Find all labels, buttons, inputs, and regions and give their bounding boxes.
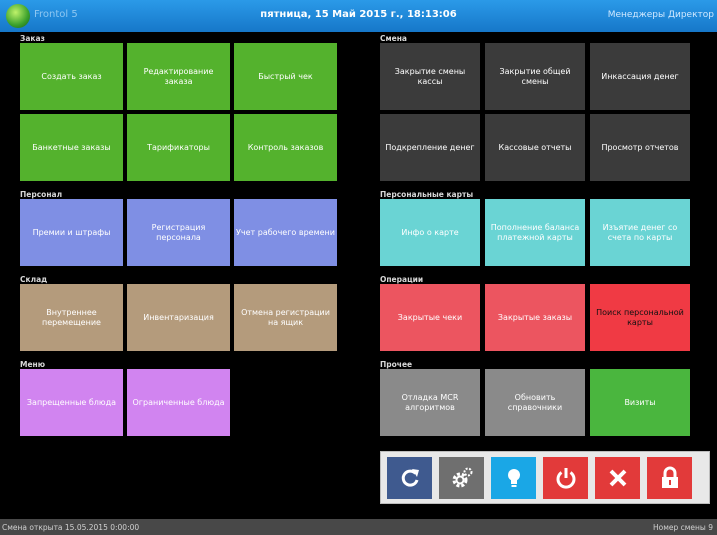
- section-warehouse-label: Склад: [20, 275, 48, 284]
- staff-registration-button[interactable]: Регистрация персонала: [127, 199, 230, 266]
- section-other-label: Прочее: [380, 360, 413, 369]
- card-info-button[interactable]: Инфо о карте: [380, 199, 480, 266]
- close-common-shift-button[interactable]: Закрытие общей смены: [485, 43, 585, 110]
- shift-opened-text: Смена открыта 15.05.2015 0:00:00: [2, 523, 140, 532]
- closed-receipts-button[interactable]: Закрытые чеки: [380, 284, 480, 351]
- banquet-orders-button[interactable]: Банкетные заказы: [20, 114, 123, 181]
- limited-dishes-button[interactable]: Ограниченные блюда: [127, 369, 230, 436]
- quick-receipt-button[interactable]: Быстрый чек: [234, 43, 337, 110]
- action-toolbar: [380, 451, 710, 504]
- refresh-dictionaries-button[interactable]: Обновить справочники: [485, 369, 585, 436]
- section-menu-label: Меню: [20, 360, 46, 369]
- hint-button[interactable]: [491, 457, 536, 499]
- lock-icon: [661, 466, 678, 488]
- status-bar: Смена открыта 15.05.2015 0:00:00 Номер с…: [0, 519, 717, 535]
- lock-button[interactable]: [647, 457, 692, 499]
- close-icon: [609, 469, 626, 487]
- title-bar: Frontol 5 пятница, 15 Май 2015 г., 18:13…: [0, 0, 717, 32]
- refresh-button[interactable]: [387, 457, 432, 499]
- debug-mcr-button[interactable]: Отладка MCR алгоритмов: [380, 369, 480, 436]
- lightbulb-icon: [507, 469, 520, 487]
- order-control-button[interactable]: Контроль заказов: [234, 114, 337, 181]
- section-staff-label: Персонал: [20, 190, 63, 199]
- forbidden-dishes-button[interactable]: Запрещенные блюда: [20, 369, 123, 436]
- closed-orders-button[interactable]: Закрытые заказы: [485, 284, 585, 351]
- create-order-button[interactable]: Создать заказ: [20, 43, 123, 110]
- card-withdraw-button[interactable]: Изъятие денег со счета по карты: [590, 199, 690, 266]
- section-operations-label: Операции: [380, 275, 424, 284]
- find-personal-card-button[interactable]: Поиск персональной карты: [590, 284, 690, 351]
- close-cash-shift-button[interactable]: Закрытие смены кассы: [380, 43, 480, 110]
- gears-icon: [452, 467, 472, 488]
- power-icon: [556, 468, 575, 489]
- cash-reinforcement-button[interactable]: Подкрепление денег: [380, 114, 480, 181]
- close-button[interactable]: [595, 457, 640, 499]
- bonuses-fines-button[interactable]: Премии и штрафы: [20, 199, 123, 266]
- power-button[interactable]: [543, 457, 588, 499]
- settings-button[interactable]: [439, 457, 484, 499]
- refresh-icon: [401, 469, 419, 487]
- view-reports-button[interactable]: Просмотр отчетов: [590, 114, 690, 181]
- card-topup-button[interactable]: Пополнение баланса платежной карты: [485, 199, 585, 266]
- inventory-button[interactable]: Инвентаризация: [127, 284, 230, 351]
- visits-button[interactable]: Визиты: [590, 369, 690, 436]
- internal-transfer-button[interactable]: Внутреннее перемещение: [20, 284, 123, 351]
- section-order-label: Заказ: [20, 34, 45, 43]
- shift-number-text: Номер смены 9: [652, 523, 713, 532]
- work-time-button[interactable]: Учет рабочего времени: [234, 199, 337, 266]
- section-personal-cards-label: Персональные карты: [380, 190, 474, 199]
- cash-collection-button[interactable]: Инкассация денег: [590, 43, 690, 110]
- cancel-box-registration-button[interactable]: Отмена регистрации на ящик: [234, 284, 337, 351]
- edit-order-button[interactable]: Редактирование заказа: [127, 43, 230, 110]
- tariffs-button[interactable]: Тарификаторы: [127, 114, 230, 181]
- current-user[interactable]: Менеджеры Директор: [608, 10, 714, 20]
- section-shift-label: Смена: [380, 34, 407, 43]
- cash-reports-button[interactable]: Кассовые отчеты: [485, 114, 585, 181]
